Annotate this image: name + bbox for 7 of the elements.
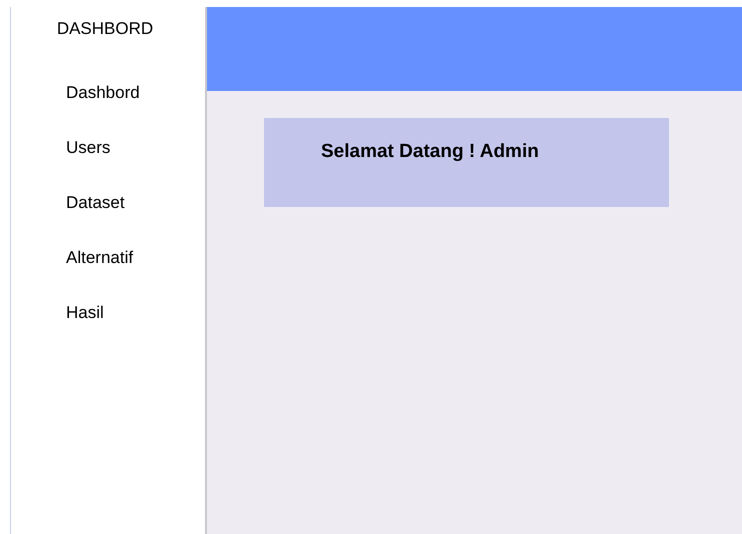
sidebar-item[interactable]: Dashbord	[66, 80, 140, 104]
sidebar-item[interactable]: Hasil	[66, 300, 104, 324]
sidebar-item[interactable]: Dataset	[66, 190, 125, 214]
sidebar-title: DASHBORD	[56, 18, 154, 40]
sidebar-item[interactable]: Users	[66, 134, 110, 160]
sidebar-item[interactable]: Alternatif	[66, 244, 134, 270]
welcome-text: Selamat Datang ! Admin	[321, 140, 540, 164]
